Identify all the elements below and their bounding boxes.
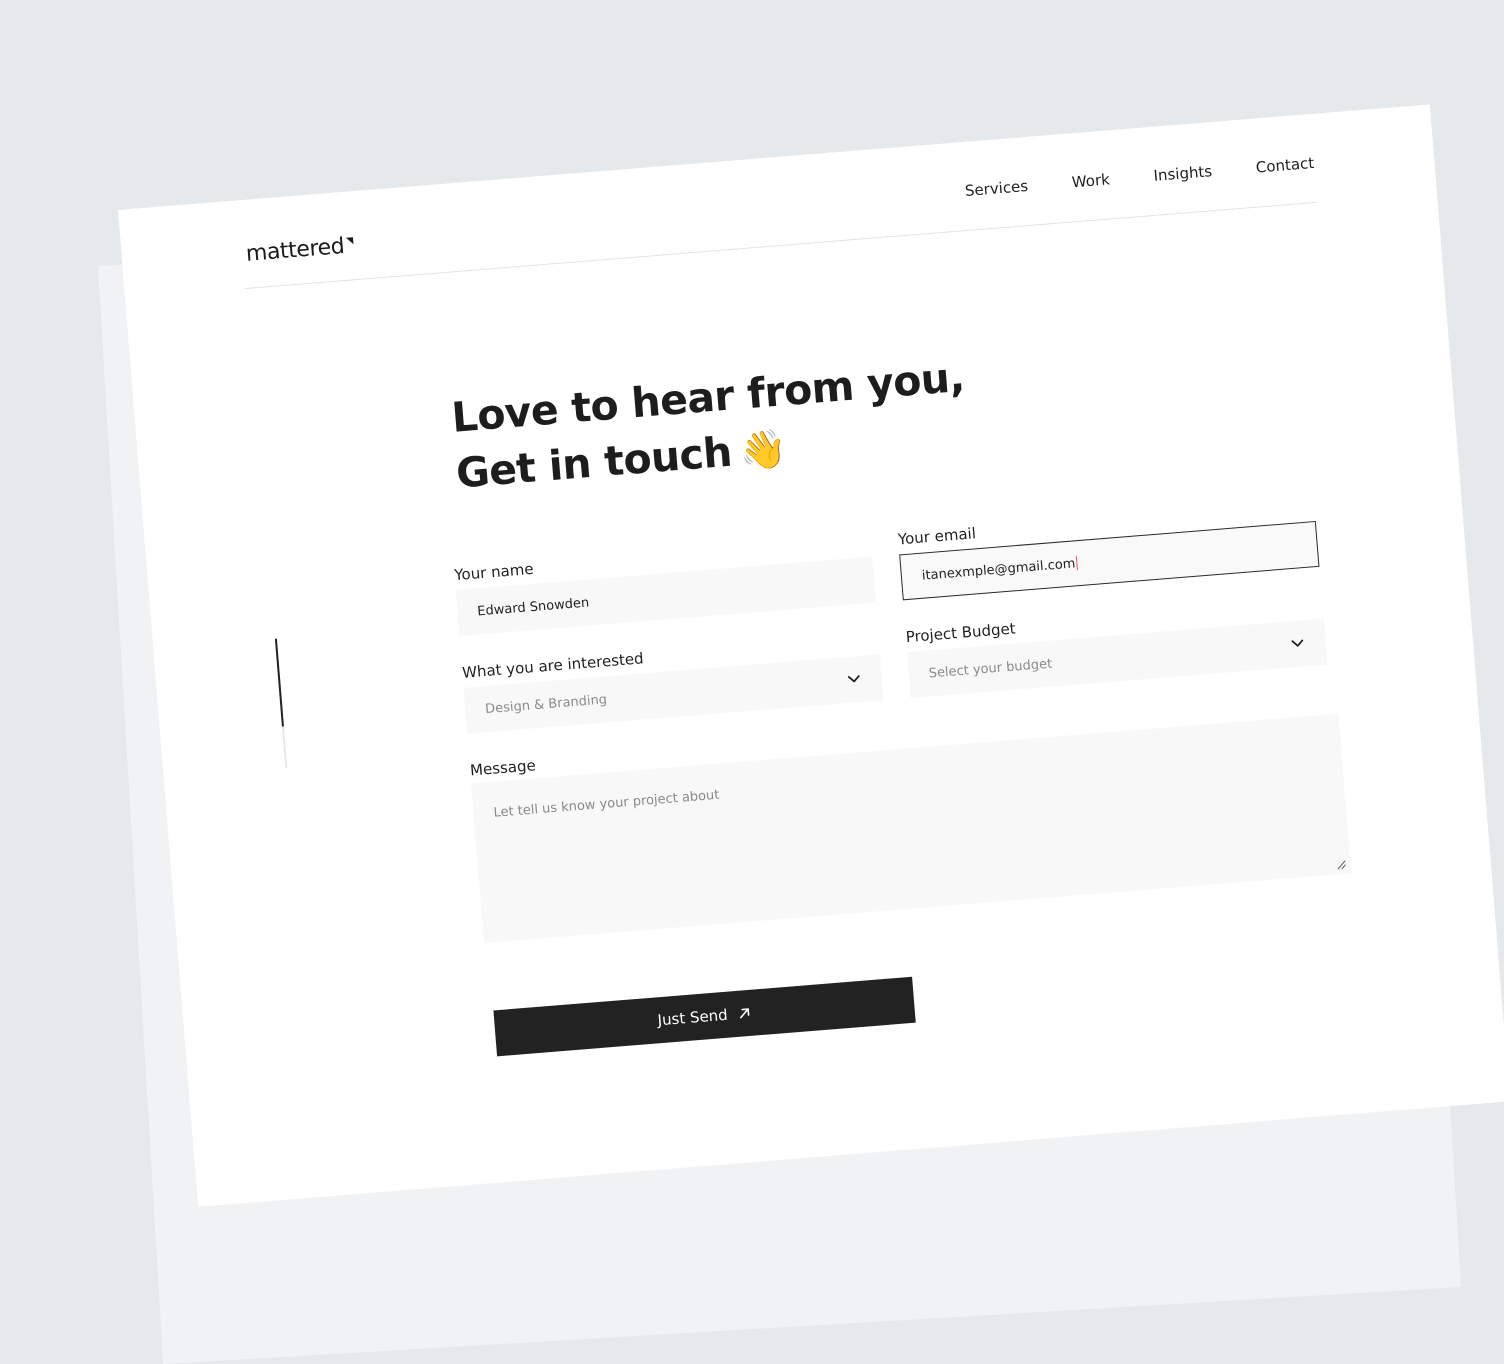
main-nav: Services Work Insights Contact: [964, 154, 1315, 200]
text-caret: [1075, 556, 1078, 571]
just-send-button[interactable]: Just Send: [493, 976, 916, 1057]
waving-hand-icon: 👋: [737, 426, 788, 474]
budget-select-placeholder: Select your budget: [928, 656, 1053, 681]
contact-page: mattered Services Work Insights Contact …: [118, 104, 1504, 1207]
name-label: Your name: [453, 559, 535, 585]
email-label: Your email: [897, 524, 977, 549]
email-field-value: itanexmple@gmail.com: [921, 555, 1076, 584]
brand-logo[interactable]: mattered: [245, 233, 354, 267]
name-field-value: Edward Snowden: [476, 595, 590, 619]
nav-item-services[interactable]: Services: [964, 177, 1029, 200]
message-placeholder: Let tell us know your project about: [492, 787, 720, 821]
interest-select-value: Design & Branding: [484, 691, 608, 717]
budget-label: Project Budget: [905, 619, 1017, 647]
chevron-down-icon: [847, 675, 860, 683]
scroll-progress-indicator: [274, 638, 288, 769]
just-send-label: Just Send: [656, 1005, 729, 1030]
arrow-up-right-icon: [740, 1008, 750, 1019]
nav-item-work[interactable]: Work: [1071, 170, 1110, 191]
brand-logo-text: mattered: [244, 234, 346, 267]
message-label: Message: [469, 756, 537, 780]
page-headline: Love to hear from you, Get in touch 👋: [450, 349, 971, 503]
nav-item-contact[interactable]: Contact: [1255, 154, 1315, 177]
resize-handle-icon[interactable]: [1334, 858, 1347, 871]
top-navigation-bar: mattered Services Work Insights Contact: [237, 114, 1318, 290]
logo-mark-icon: [345, 237, 354, 245]
chevron-down-icon: [1291, 639, 1304, 647]
message-textarea[interactable]: Let tell us know your project about: [471, 713, 1352, 944]
nav-item-insights[interactable]: Insights: [1153, 162, 1213, 185]
